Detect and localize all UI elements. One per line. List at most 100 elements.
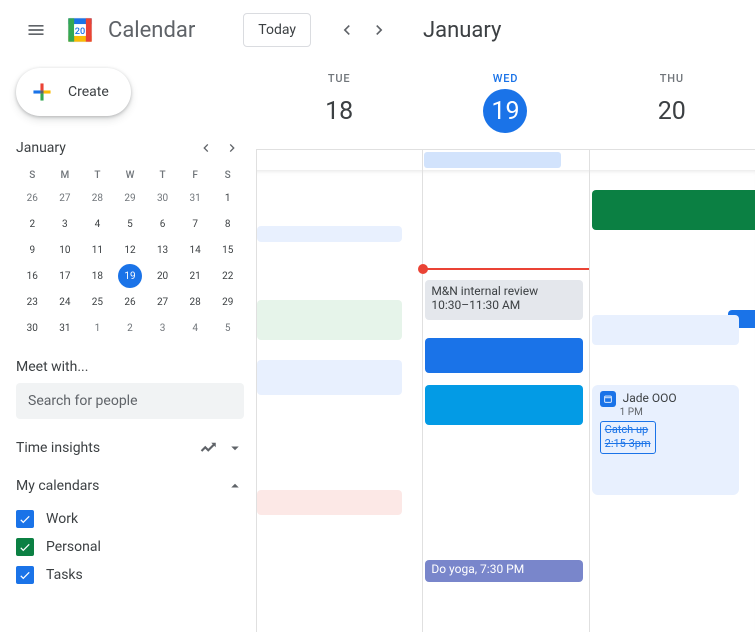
mini-day[interactable]: 27: [53, 186, 77, 210]
mini-day[interactable]: 16: [20, 264, 44, 288]
mini-day[interactable]: 4: [183, 316, 207, 340]
mini-day[interactable]: 23: [20, 290, 44, 314]
search-people-input[interactable]: [16, 383, 244, 419]
day-column-thu[interactable]: Jade OOO 1 PM Catch up 2:15 3pm: [589, 170, 755, 632]
mini-day[interactable]: 1: [85, 316, 109, 340]
mini-day[interactable]: 28: [183, 290, 207, 314]
mini-day[interactable]: 17: [53, 264, 77, 288]
mini-day[interactable]: 31: [53, 316, 77, 340]
mini-day[interactable]: 2: [118, 316, 142, 340]
event-block[interactable]: [257, 226, 402, 242]
mini-day[interactable]: 20: [151, 264, 175, 288]
mini-day[interactable]: 26: [20, 186, 44, 210]
allday-cell[interactable]: [422, 150, 588, 170]
mini-day[interactable]: 30: [20, 316, 44, 340]
event-block[interactable]: [592, 315, 739, 345]
mini-day[interactable]: 13: [151, 238, 175, 262]
chevron-up-icon: [226, 477, 244, 495]
time-insights-label: Time insights: [16, 440, 100, 456]
crossed-event[interactable]: Catch up 2:15 3pm: [600, 421, 656, 454]
chevron-left-icon: [198, 140, 214, 156]
mini-dow: T: [81, 166, 114, 185]
event-yoga[interactable]: Do yoga, 7:30 PM: [425, 560, 582, 582]
day-of-week: TUE: [256, 72, 422, 85]
event-block[interactable]: [592, 190, 755, 230]
prev-period-button[interactable]: [331, 14, 363, 46]
mini-day[interactable]: 22: [216, 264, 240, 288]
day-number[interactable]: 18: [317, 89, 361, 133]
mini-day[interactable]: 11: [85, 238, 109, 262]
mini-day[interactable]: 28: [85, 186, 109, 210]
mini-day[interactable]: 2: [20, 212, 44, 236]
calendar-checkbox[interactable]: [16, 538, 34, 556]
mini-day[interactable]: 5: [216, 316, 240, 340]
mini-calendar-month: January: [16, 140, 66, 156]
mini-dow: F: [179, 166, 212, 185]
event-block[interactable]: [257, 360, 402, 395]
mini-day[interactable]: 3: [151, 316, 175, 340]
event-block[interactable]: [257, 490, 402, 515]
check-icon: [18, 568, 32, 582]
mini-day[interactable]: 30: [151, 186, 175, 210]
mini-dow: T: [146, 166, 179, 185]
header: 20 Calendar Today January: [0, 0, 755, 60]
mini-day[interactable]: 21: [183, 264, 207, 288]
insights-icon: [200, 439, 218, 457]
plus-icon: [28, 78, 56, 106]
mini-day[interactable]: 8: [216, 212, 240, 236]
mini-day[interactable]: 27: [151, 290, 175, 314]
day-column-wed[interactable]: M&N internal review 10:30–11:30 AM Do yo…: [422, 170, 588, 632]
event-block[interactable]: [425, 385, 582, 425]
mini-day[interactable]: 1: [216, 186, 240, 210]
calendar-item[interactable]: Tasks: [16, 561, 244, 589]
app-title: Calendar: [108, 18, 195, 43]
mini-day[interactable]: 19: [118, 264, 142, 288]
time-insights-row[interactable]: Time insights: [16, 439, 244, 457]
mini-day[interactable]: 6: [151, 212, 175, 236]
day-header[interactable]: TUE 18: [256, 60, 422, 149]
mini-prev-month[interactable]: [194, 136, 218, 160]
mini-day[interactable]: 25: [85, 290, 109, 314]
event-mn-review[interactable]: M&N internal review 10:30–11:30 AM: [425, 280, 582, 320]
event-block[interactable]: [425, 338, 582, 373]
allday-cell[interactable]: [589, 150, 755, 170]
next-period-button[interactable]: [363, 14, 395, 46]
calendar-grid: TUE 18 WED19THU20: [256, 60, 755, 632]
allday-cell[interactable]: [256, 150, 422, 170]
mini-day[interactable]: 7: [183, 212, 207, 236]
mini-day[interactable]: 14: [183, 238, 207, 262]
mini-day[interactable]: 29: [216, 290, 240, 314]
day-number[interactable]: 19: [483, 89, 527, 133]
mini-day[interactable]: 24: [53, 290, 77, 314]
mini-day[interactable]: 15: [216, 238, 240, 262]
menu-button[interactable]: [16, 10, 56, 50]
mini-day[interactable]: 9: [20, 238, 44, 262]
calendar-checkbox[interactable]: [16, 566, 34, 584]
check-icon: [18, 540, 32, 554]
today-button[interactable]: Today: [243, 13, 311, 47]
mini-day[interactable]: 29: [118, 186, 142, 210]
mini-day[interactable]: 26: [118, 290, 142, 314]
ooo-card[interactable]: Jade OOO 1 PM Catch up 2:15 3pm: [592, 385, 739, 495]
allday-event[interactable]: [424, 152, 561, 168]
mini-day[interactable]: 18: [85, 264, 109, 288]
calendar-item[interactable]: Personal: [16, 533, 244, 561]
mini-day[interactable]: 4: [85, 212, 109, 236]
mini-day[interactable]: 5: [118, 212, 142, 236]
mini-day[interactable]: 31: [183, 186, 207, 210]
day-header[interactable]: WED19: [422, 60, 588, 149]
calendar-checkbox[interactable]: [16, 510, 34, 528]
event-block[interactable]: [257, 300, 402, 340]
calendar-item[interactable]: Work: [16, 505, 244, 533]
mini-day[interactable]: 12: [118, 238, 142, 262]
current-month: January: [423, 18, 501, 43]
mini-day[interactable]: 10: [53, 238, 77, 262]
mini-dow: S: [16, 166, 49, 185]
mini-day[interactable]: 3: [53, 212, 77, 236]
my-calendars-row[interactable]: My calendars: [16, 477, 244, 495]
create-button[interactable]: Create: [16, 68, 131, 116]
day-column-tue[interactable]: [256, 170, 422, 632]
day-number[interactable]: 20: [650, 89, 694, 133]
day-header[interactable]: THU20: [589, 60, 755, 149]
mini-next-month[interactable]: [220, 136, 244, 160]
